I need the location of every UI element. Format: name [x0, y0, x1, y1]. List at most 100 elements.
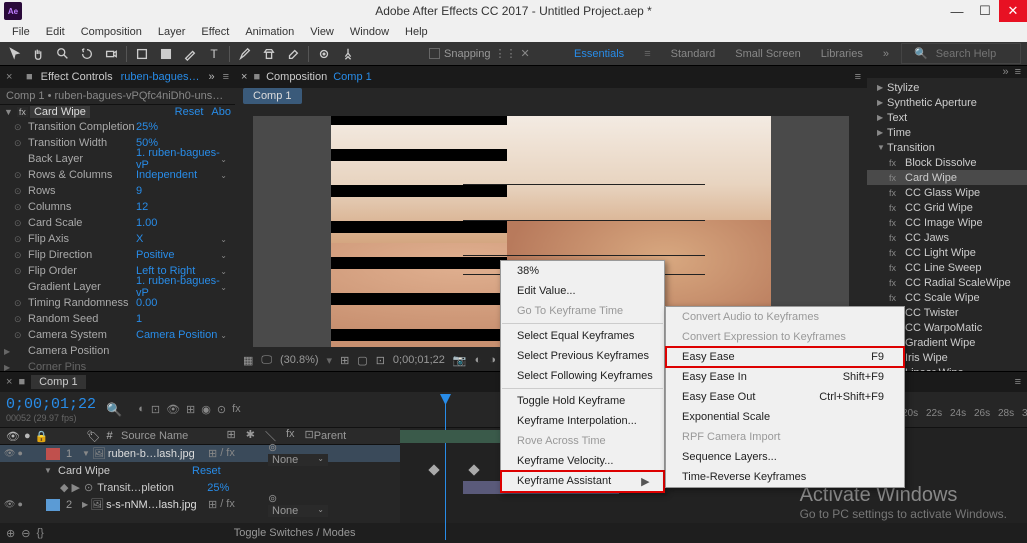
effect-cc-line-sweep[interactable]: fxCC Line Sweep — [867, 260, 1027, 275]
prop-row[interactable]: ⊙Card Scale1.00 — [0, 215, 235, 231]
tl-icon[interactable]: ⊞ — [186, 403, 195, 416]
menu-item-easy-ease[interactable]: Easy EaseF9 — [666, 347, 904, 367]
rotation-tool[interactable] — [78, 45, 96, 63]
tl-btn[interactable]: ⊕ — [6, 527, 15, 540]
menu-item-sequence-layers-[interactable]: Sequence Layers... — [666, 447, 904, 467]
workspace-menu-icon[interactable]: ≡ — [636, 46, 658, 62]
prop-value[interactable]: 1 — [136, 313, 231, 325]
stopwatch-icon[interactable]: ⊙ — [14, 234, 26, 245]
workspace-standard[interactable]: Standard — [663, 46, 724, 62]
workspace-essentials[interactable]: Essentials — [566, 46, 632, 62]
effect-header[interactable]: ▼ fx Card Wipe Reset Abo — [0, 105, 235, 119]
panel-overflow[interactable]: » — [1002, 66, 1008, 78]
shy-icon[interactable]: 👁 — [166, 403, 180, 416]
prop-row[interactable]: ⊙Transition Completion25% — [0, 119, 235, 135]
effect-block-dissolve[interactable]: fxBlock Dissolve — [867, 155, 1027, 170]
about-link[interactable]: Abo — [211, 106, 231, 118]
close-button[interactable]: ✕ — [999, 0, 1027, 22]
parent-pickwhip[interactable]: ⊚ — [268, 493, 277, 505]
category-transition[interactable]: ▼Transition — [867, 140, 1027, 155]
tl-btn[interactable]: ⊖ — [21, 527, 30, 540]
eye-icon[interactable]: 👁 — [4, 448, 15, 459]
label-color[interactable] — [46, 499, 60, 511]
effect-card-wipe[interactable]: fxCard Wipe — [867, 170, 1027, 185]
prop-row[interactable]: ⊙Timing Randomness0.00 — [0, 295, 235, 311]
stopwatch-icon[interactable]: ⊙ — [14, 266, 26, 277]
monitor-icon[interactable]: 🖵 — [261, 354, 272, 367]
panel-close-icon[interactable]: × — [6, 71, 18, 83]
prop-row[interactable]: ⊙Rows9 — [0, 183, 235, 199]
menu-edit[interactable]: Edit — [38, 24, 73, 40]
prop-row[interactable]: Back Layer1. ruben-bagues-vP⌄ — [0, 151, 235, 167]
panel-menu-icon[interactable]: ≡ — [855, 71, 861, 83]
menu-item-toggle-hold-keyframe[interactable]: Toggle Hold Keyframe — [501, 391, 664, 411]
prop-row[interactable]: ▶Camera Position — [0, 343, 235, 359]
disclosure-icon[interactable]: ▼ — [4, 107, 13, 117]
guide-icon[interactable]: ⊡ — [376, 354, 385, 367]
menu-item-edit-value-[interactable]: Edit Value... — [501, 281, 664, 301]
effect-cc-jaws[interactable]: fxCC Jaws — [867, 230, 1027, 245]
channel-icon[interactable]: ◐ — [475, 354, 482, 366]
prop-row[interactable]: ⊙Columns12 — [0, 199, 235, 215]
reset-link[interactable]: Reset — [192, 465, 221, 477]
panel-tab-label[interactable]: Effect Controls — [41, 71, 113, 83]
stopwatch-icon[interactable]: ⊙ — [14, 314, 26, 325]
keyframe[interactable] — [428, 464, 439, 475]
stopwatch-icon[interactable]: ⊙ — [14, 218, 26, 229]
prop-row[interactable]: ⊙Flip AxisX⌄ — [0, 231, 235, 247]
panel-close-icon[interactable]: × — [241, 71, 247, 83]
effect-row-name[interactable]: Card Wipe — [54, 465, 184, 477]
menu-composition[interactable]: Composition — [73, 24, 150, 40]
layer-name[interactable]: ruben-b…lash.jpg — [108, 448, 195, 460]
menu-item-select-following-keyframes[interactable]: Select Following Keyframes — [501, 366, 664, 386]
disclosure-icon[interactable]: ▶ — [82, 500, 88, 509]
menu-item-keyframe-velocity-[interactable]: Keyframe Velocity... — [501, 451, 664, 471]
stopwatch-icon[interactable]: ⊙ — [14, 250, 26, 261]
source-name-header[interactable]: Source Name — [121, 430, 226, 442]
eye-icon[interactable]: 👁 — [4, 499, 15, 510]
stopwatch-icon[interactable]: ⊙ — [14, 138, 26, 149]
stopwatch-icon[interactable]: ⊙ — [14, 170, 26, 181]
panel-menu-icon[interactable]: ≡ — [1015, 66, 1021, 78]
effect-cc-scale-wipe[interactable]: fxCC Scale Wipe — [867, 290, 1027, 305]
search-input[interactable] — [936, 48, 1016, 60]
menu-animation[interactable]: Animation — [237, 24, 302, 40]
mask-icon[interactable]: ▢ — [357, 354, 367, 367]
keyframe[interactable] — [468, 464, 479, 475]
prop-value[interactable]: X⌄ — [136, 233, 231, 245]
toggle-switches[interactable]: Toggle Switches / Modes — [234, 527, 356, 539]
minimize-button[interactable]: — — [943, 0, 971, 22]
pen-tool[interactable] — [181, 45, 199, 63]
category-text[interactable]: ▶Text — [867, 110, 1027, 125]
prop-value[interactable]: 25% — [136, 121, 231, 133]
zoom-tool[interactable] — [54, 45, 72, 63]
tl-icon[interactable]: ◉ — [201, 403, 211, 416]
hand-tool[interactable] — [30, 45, 48, 63]
search-help[interactable]: 🔍 — [901, 43, 1021, 64]
layer-row[interactable]: 👁●1▼🖼ruben-b…lash.jpg⊞/fx⊚ None⌄ — [0, 445, 400, 462]
zoom-readout[interactable]: (30.8%) — [280, 354, 319, 366]
pan-behind-tool[interactable] — [133, 45, 151, 63]
parent-pickwhip[interactable]: ⊚ — [268, 442, 277, 454]
effect-cc-radial-scalewipe[interactable]: fxCC Radial ScaleWipe — [867, 275, 1027, 290]
effect-cc-grid-wipe[interactable]: fxCC Grid Wipe — [867, 200, 1027, 215]
roto-tool[interactable] — [315, 45, 333, 63]
text-tool[interactable]: T — [205, 45, 223, 63]
viewer-tc[interactable]: 0;00;01;22 — [393, 354, 445, 366]
effect-cc-image-wipe[interactable]: fxCC Image Wipe — [867, 215, 1027, 230]
stopwatch-icon[interactable]: ⊙ — [14, 122, 26, 133]
menu-item-select-previous-keyframes[interactable]: Select Previous Keyframes — [501, 346, 664, 366]
prop-value[interactable]: 1. ruben-bagues-vP⌄ — [136, 147, 231, 171]
prop-row[interactable]: Gradient Layer1. ruben-bagues-vP⌄ — [0, 279, 235, 295]
prop-name[interactable]: Transit…pletion — [97, 482, 207, 494]
snapshot-icon[interactable]: 📷 — [453, 354, 467, 367]
menu-file[interactable]: File — [4, 24, 38, 40]
prop-row[interactable]: ⊙Flip DirectionPositive⌄ — [0, 247, 235, 263]
fx-badge[interactable]: fx — [17, 107, 28, 117]
eraser-tool[interactable] — [284, 45, 302, 63]
tl-icon[interactable]: ⊡ — [151, 403, 160, 416]
prop-row[interactable]: ⊙Camera SystemCamera Position⌄ — [0, 327, 235, 343]
disclosure-icon[interactable]: ▶ — [4, 347, 14, 356]
timecode[interactable]: 0;00;01;22 — [6, 396, 96, 413]
workspace-libraries[interactable]: Libraries — [813, 46, 871, 62]
